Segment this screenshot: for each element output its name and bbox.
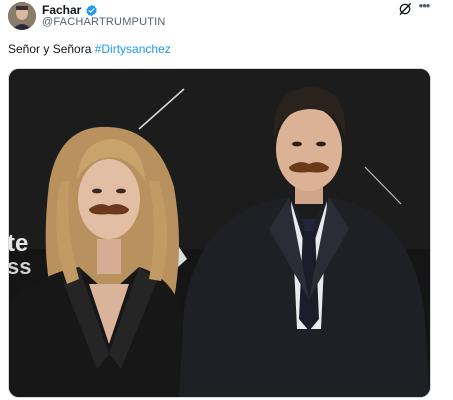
tweet-text: Señor y Señora #Dirtysanchez (8, 42, 171, 56)
verified-badge-icon (86, 4, 98, 16)
tweet-photo[interactable]: te ss (8, 68, 431, 398)
tweet: Fachar @FACHARTRUMPUTIN ••• Señor y Seño… (0, 0, 453, 400)
grok-icon[interactable] (396, 0, 414, 18)
avatar[interactable] (8, 2, 36, 30)
more-options-icon[interactable]: ••• (414, 0, 434, 18)
backdrop-text-bottom: ss (9, 254, 31, 279)
display-name[interactable]: Fachar (42, 3, 81, 17)
backdrop-text-top: te (9, 230, 28, 257)
hashtag-link[interactable]: #Dirtysanchez (95, 42, 171, 56)
tweet-text-body: Señor y Señora (8, 42, 95, 56)
author-handle[interactable]: @FACHARTRUMPUTIN (42, 16, 166, 28)
